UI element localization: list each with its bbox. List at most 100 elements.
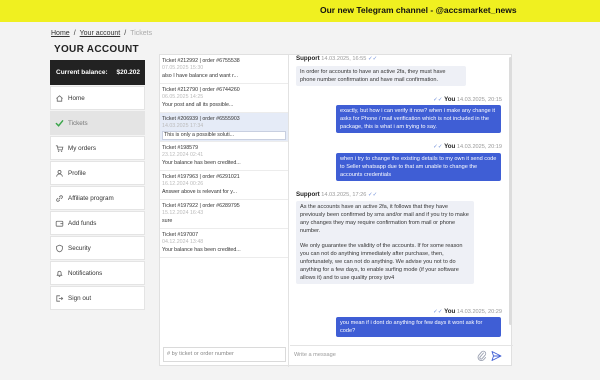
message-sender: You [444, 308, 456, 315]
account-sidebar: Current balance: $20.202 Home Tickets My o… [50, 60, 145, 310]
breadcrumb-current: Tickets [130, 30, 153, 37]
sidebar-item-add-funds[interactable]: Add funds [50, 211, 145, 235]
ticket-preview: Your balance has been credited... [162, 159, 241, 166]
ticket-preview: sure [162, 217, 173, 224]
tickets-panel: Ticket #212992 | order #6755538 07.05.202… [159, 54, 513, 367]
sidebar-item-label: Affiliate program [68, 194, 114, 202]
sidebar-item-label: Add funds [68, 219, 97, 227]
message-text: exactly, but how i can verify it now? wh… [340, 108, 496, 130]
ticket-list-item[interactable]: Ticket #198579 23.12.2024 02:41 Your balan… [160, 142, 288, 171]
message-meta: ✓✓ You 14.03.2025, 20:15 [433, 96, 502, 103]
sidebar-item-label: Home [68, 94, 85, 102]
message-thread[interactable]: Support 14.03.2025, 16:55 ✓✓ In order for… [290, 55, 513, 343]
read-receipt-icon: ✓✓ [367, 56, 378, 62]
ticket-title: Ticket #197963 | order #6291021 [162, 174, 240, 180]
message-text: you mean if i dont do anything for few d… [340, 320, 483, 334]
sidebar-item-label: Profile [68, 169, 86, 177]
breadcrumb-account-link[interactable]: Your account [80, 30, 121, 37]
check-icon [54, 118, 64, 128]
read-receipt-icon: ✓✓ [433, 309, 443, 315]
ticket-preview: Your post and all its possible... [162, 101, 234, 108]
message-sender: Support [296, 191, 320, 198]
sidebar-item-my-orders[interactable]: My orders [50, 136, 145, 160]
sidebar-item-label: Notifications [68, 269, 103, 277]
ticket-title: Ticket #206939 | order #6555903 [162, 116, 240, 122]
message-meta: Support 14.03.2025, 17:26 ✓✓ [296, 191, 377, 198]
banner-text[interactable]: Our new Telegram channel - @accsmarket_n… [320, 5, 517, 15]
sidebar-item-security[interactable]: Security [50, 236, 145, 260]
ticket-list-item[interactable]: Ticket #212790 | order #6744260 06.05.202… [160, 84, 288, 113]
ticket-date: 15.12.2024 16:43 [162, 210, 204, 217]
ticket-search-input[interactable]: # by ticket or order number [163, 347, 286, 362]
send-icon[interactable] [491, 350, 502, 362]
ticket-date: 06.05.2025 14:25 [162, 94, 204, 101]
message-time: 14.03.2025, 16:55 [321, 56, 367, 62]
outgoing-message: when i try to change the existing detail… [336, 153, 501, 181]
sidebar-item-sign-out[interactable]: Sign out [50, 286, 145, 310]
ticket-list-pane: Ticket #212992 | order #6755538 07.05.202… [160, 55, 289, 367]
breadcrumb: Home / Your account / Tickets [51, 30, 152, 37]
ticket-list-item[interactable]: Ticket #212992 | order #6755538 07.05.202… [160, 55, 288, 84]
ticket-list-item[interactable]: Ticket #206939 | order #6555903 14.03.202… [160, 113, 288, 142]
message-meta: ✓✓ You 14.03.2025, 20:29 [433, 308, 502, 315]
balance-header: Current balance: $20.202 [50, 60, 145, 85]
bell-icon [54, 268, 64, 278]
sidebar-item-tickets[interactable]: Tickets [50, 111, 145, 135]
incoming-message: As the accounts have an active 2fa, it f… [296, 201, 474, 284]
breadcrumb-separator: / [73, 30, 76, 37]
read-receipt-icon: ✓✓ [367, 192, 378, 198]
home-icon [54, 93, 64, 103]
sidebar-item-home[interactable]: Home [50, 86, 145, 110]
sidebar-item-label: Sign out [68, 294, 92, 302]
message-text: We only guarantee the validity of the ac… [300, 243, 463, 281]
wallet-icon [54, 218, 64, 228]
signout-icon [54, 293, 64, 303]
page-title: YOUR ACCOUNT [54, 44, 139, 55]
sidebar-item-notifications[interactable]: Notifications [50, 261, 145, 285]
message-text: As the accounts have an active 2fa, it f… [300, 204, 469, 234]
ticket-title: Ticket #197922 | order #6289795 [162, 203, 240, 209]
read-receipt-icon: ✓✓ [433, 144, 443, 150]
user-icon [54, 168, 64, 178]
chat-scrollbar[interactable] [509, 57, 512, 325]
ticket-title: Ticket #212790 | order #6744260 [162, 87, 240, 93]
message-sender: You [444, 96, 456, 103]
read-receipt-icon: ✓✓ [433, 97, 443, 103]
ticket-date: 07.05.2025 15:30 [162, 65, 204, 72]
sidebar-item-profile[interactable]: Profile [50, 161, 145, 185]
cart-icon [54, 143, 64, 153]
ticket-list-item[interactable]: Ticket #197922 | order #6289795 15.12.202… [160, 200, 288, 229]
outgoing-message: you mean if i dont do anything for few d… [336, 317, 501, 337]
message-input[interactable]: Write a message [294, 352, 336, 358]
ticket-list-item[interactable]: Ticket #197963 | order #6291021 16.12.202… [160, 171, 288, 200]
sidebar-item-label: Tickets [68, 119, 88, 127]
link-icon [54, 193, 64, 203]
ticket-preview: also I have balance and want r... [162, 72, 238, 79]
ticket-title: Ticket #198579 [162, 145, 199, 151]
message-time: 14.03.2025, 20:29 [456, 309, 502, 315]
sidebar-item-affiliate-program[interactable]: Affiliate program [50, 186, 145, 210]
message-time: 14.03.2025, 20:19 [456, 144, 502, 150]
message-time: 14.03.2025, 20:15 [456, 97, 502, 103]
breadcrumb-home-link[interactable]: Home [51, 30, 70, 37]
message-text: In order for accounts to have an active … [300, 69, 446, 83]
ticket-list-item[interactable]: Ticket #197007 04.12.2024 13:48 Your balan… [160, 229, 288, 258]
ticket-title: Ticket #212992 | order #6755538 [162, 58, 240, 64]
message-text: when i try to change the existing detail… [340, 156, 497, 178]
shield-icon [54, 243, 64, 253]
announcement-banner[interactable]: Our new Telegram channel - @accsmarket_n… [0, 0, 600, 22]
message-sender: Support [296, 55, 320, 62]
message-meta: Support 14.03.2025, 16:55 ✓✓ [296, 55, 377, 62]
ticket-date: 23.12.2024 02:41 [162, 152, 204, 159]
message-meta: ✓✓ You 14.03.2025, 20:19 [433, 143, 502, 150]
sidebar-item-label: Security [68, 244, 91, 252]
incoming-message: In order for accounts to have an active … [296, 66, 466, 86]
balance-value: $20.202 [116, 69, 141, 76]
sidebar-item-label: My orders [68, 144, 96, 152]
ticket-date: 14.03.2025 17:34 [162, 123, 204, 130]
ticket-list: Ticket #212992 | order #6755538 07.05.202… [160, 55, 288, 258]
ticket-date: 04.12.2024 13:48 [162, 239, 204, 246]
ticket-title: Ticket #197007 [162, 232, 199, 238]
ticket-preview: This is only a possible soluti... [162, 130, 286, 140]
paperclip-icon[interactable] [477, 350, 487, 362]
